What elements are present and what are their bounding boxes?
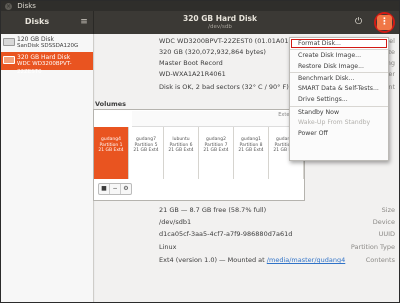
app-menu-icon[interactable]: ≡ [77,15,91,29]
hard-disk-icon [3,56,15,64]
partition-value: /dev/sdb1 [159,218,192,226]
disk-drive-icon [3,38,15,46]
menu-item-restore-disk-image[interactable]: Restore Disk Image... [290,61,388,72]
disk-title: 320 GB Hard Disk [182,14,257,23]
close-window-icon[interactable]: × [5,2,12,10]
partition-strip: gudang4 Partition 1 21 GB Ext4 gudang7 P… [94,127,304,179]
info-value: 320 GB (320,072,932,864 bytes) [159,48,266,56]
menu-item-wake-up: Wake-Up From Standby [298,119,371,127]
disks-window: × Disks Disks ≡ 320 GB Hard Disk /dev/sd… [0,0,400,303]
info-value: Disk is OK, 2 bad sectors (32° C / 90° F… [159,83,289,91]
partition-block[interactable]: gudang4 Partition 1 21 GB Ext4 [94,127,129,179]
disk-device: /dev/sdb [208,24,232,30]
partition-key: Partition Type [350,243,395,251]
remove-partition-icon[interactable]: − [109,184,120,194]
drive-item-120gb[interactable]: 120 GB Disk SanDisk SDSSDA120G [1,34,93,52]
partition-size: 21 GB Ext4 [98,148,124,153]
window-titlebar: × Disks [1,1,399,11]
menu-item-drive-settings[interactable]: Drive Settings... [290,94,388,105]
partition-value: Ext4 (version 1.0) — Mounted at /media/m… [159,256,345,265]
partition-block[interactable]: gudang2 Partition 7 21 GB Ext4 [199,127,234,179]
mount-point-link[interactable]: /media/master/gudang4 [267,256,345,264]
drive-model: SanDisk SDSSDA120G [17,43,79,49]
partition-value: 21 GB — 8.7 GB free (58.7% full) [159,206,267,214]
partition-key: UUID [378,230,395,238]
header-left: Disks ≡ [1,11,94,34]
drive-options-menu-icon[interactable]: ⋮ [377,15,392,30]
partition-key: Device [372,218,395,226]
menu-item-create-disk-image[interactable]: Create Disk Image... [290,49,388,60]
partition-value: d1ca05cf-3aa5-4cf7-a7f9-986880d7a61d [159,230,293,238]
menu-item-power-off[interactable]: Power Off [290,128,388,139]
header-bar: Disks ≡ 320 GB Hard Disk /dev/sdb ⏻ ⋮ [1,11,399,34]
contents-text: Ext4 (version 1.0) — Mounted at [159,256,265,264]
drive-list: 120 GB Disk SanDisk SDSSDA120G 320 GB Ha… [1,34,94,302]
volume-toolbar: ■ − ⚙ [98,183,132,195]
menu-item-benchmark-disk[interactable]: Benchmark Disk... [290,71,388,83]
info-value: WDC WD3200BPVT-22ZEST0 (01.01A01) [159,37,292,45]
partition-value: Linux [159,243,177,251]
info-value: Master Boot Record [159,59,223,67]
menu-item-format-disk[interactable]: Format Disk... [290,38,388,50]
app-title: Disks [24,17,50,26]
partition-size: 21 GB Ext4 [168,148,194,153]
stop-icon[interactable]: ■ [99,184,109,194]
gear-icon[interactable]: ⚙ [120,184,131,194]
volumes-map: Extended gudang4 Partition 1 21 GB Ext4 … [93,109,308,201]
partition-block[interactable]: gudang1 Partition 8 21 GB Ext4 [234,127,269,179]
drive-name: 320 GB Hard Disk [17,53,71,61]
info-value: WD-WXA1A21R4061 [159,70,226,78]
menu-item-standby-now[interactable]: Standby Now [290,105,388,117]
volumes-heading: Volumes [95,100,127,108]
drive-name: 120 GB Disk [17,35,54,43]
partition-key: Size [381,206,395,214]
partition-size: 21 GB Ext4 [203,148,229,153]
partition-size: 21 GB Ext4 [133,148,159,153]
drive-options-menu: Format Disk... Create Disk Image... Rest… [289,37,389,161]
partition-size: 21 GB Ext4 [238,148,264,153]
partition-block[interactable]: gudang7 Partition 5 21 GB Ext4 [129,127,164,179]
power-off-icon[interactable]: ⏻ [352,16,365,29]
drive-model: WDC WD3200BPVT-22ZEST0 [17,61,72,75]
extended-partition[interactable]: Extended [132,111,308,127]
window-title: Disks [17,2,36,10]
menu-item-smart-data[interactable]: SMART Data & Self-Tests... [290,83,388,94]
header-main: 320 GB Hard Disk /dev/sdb ⏻ ⋮ [95,11,399,34]
partition-block[interactable]: lubuntu Partition 6 21 GB Ext4 [164,127,199,179]
drive-item-320gb[interactable]: 320 GB Hard Disk WDC WD3200BPVT-22ZEST0 [1,52,93,75]
